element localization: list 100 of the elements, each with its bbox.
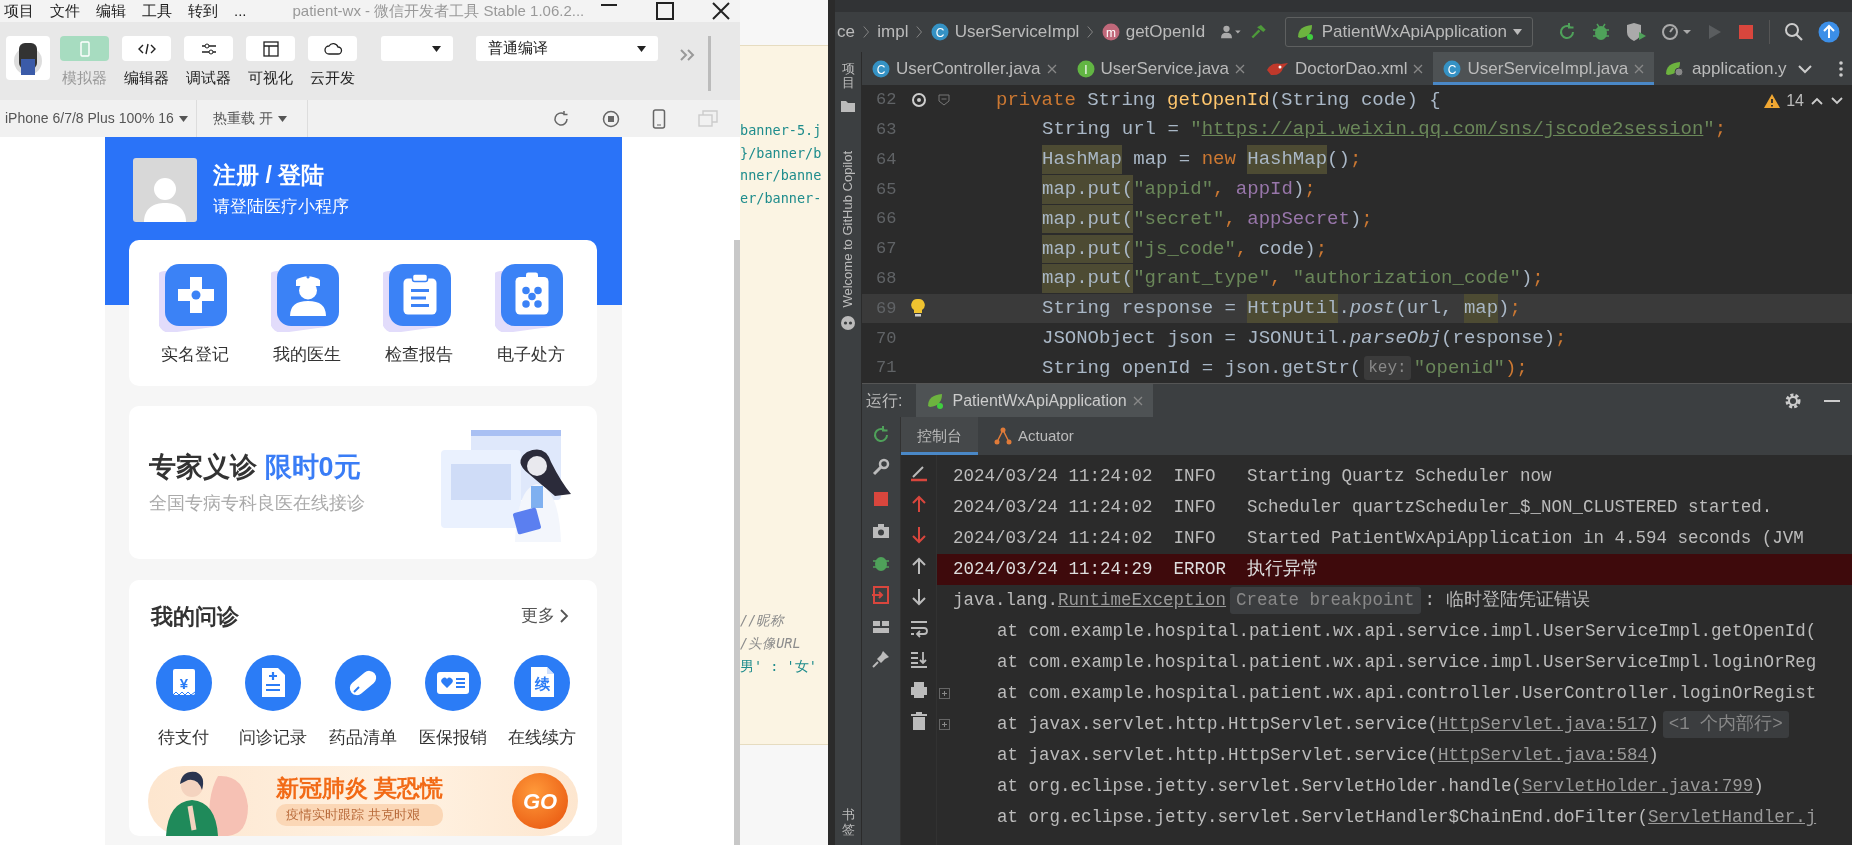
compile-mode-dropdown[interactable]: 普通编译 <box>476 36 658 61</box>
minimize-icon[interactable] <box>1824 398 1840 403</box>
wrench-icon[interactable] <box>871 457 891 477</box>
update-icon[interactable] <box>1818 21 1840 43</box>
service-label[interactable]: 电子处方 <box>497 342 565 368</box>
consult-label[interactable]: 问诊记录 <box>239 724 308 750</box>
project-side-tab[interactable]: 项目 <box>841 62 855 91</box>
chevron-down-icon[interactable] <box>1830 96 1844 106</box>
expand-icon[interactable] <box>939 688 950 699</box>
pill-icon[interactable] <box>335 654 391 711</box>
service-label[interactable]: 实名登记 <box>161 342 229 368</box>
copilot-icon[interactable] <box>839 315 857 332</box>
breadcrumb-item[interactable]: m getOpenId <box>1101 19 1206 45</box>
clear-icon[interactable] <box>908 463 929 483</box>
inline-hint[interactable]: Create breakpoint <box>1230 587 1421 614</box>
exit-icon[interactable] <box>871 585 891 605</box>
breadcrumb-item[interactable]: impl <box>877 19 909 45</box>
stop-icon[interactable] <box>871 489 891 509</box>
stop-icon[interactable] <box>602 109 620 128</box>
soft-wrap-icon[interactable] <box>908 618 929 638</box>
print-icon[interactable] <box>908 680 929 700</box>
method-icon: m <box>1101 23 1120 41</box>
menu-item[interactable]: ... <box>234 0 247 23</box>
fold-icon[interactable] <box>938 93 950 106</box>
refresh-icon[interactable] <box>552 109 570 128</box>
document-plus-icon[interactable] <box>245 654 302 711</box>
expand-icon[interactable] <box>939 719 950 730</box>
trash-icon[interactable] <box>908 711 929 731</box>
bookmarks-side-tab[interactable]: 书签 <box>841 808 855 837</box>
source-link[interactable]: HttpServlet.java:517 <box>1438 711 1649 738</box>
phone-icon[interactable] <box>652 108 666 129</box>
console-tab[interactable]: 控制台 <box>901 417 978 455</box>
console-tab[interactable]: Actuator <box>978 417 1090 455</box>
class-icon: C <box>930 23 949 41</box>
scrollbar[interactable] <box>734 240 740 845</box>
consult-label[interactable]: 药品清单 <box>329 724 397 750</box>
scroll-to-end-icon[interactable] <box>908 649 929 669</box>
menu-item[interactable]: 工具 <box>142 0 172 23</box>
toolbar-button[interactable] <box>246 36 295 61</box>
consult-label[interactable]: 待支付 <box>158 724 210 750</box>
breadcrumb-item[interactable]: C UserServiceImpl <box>930 19 1080 45</box>
consult-label[interactable]: 在线续方 <box>508 724 577 750</box>
service-label[interactable]: 我的医生 <box>273 342 341 368</box>
source-link[interactable]: ServletHolder.java:799 <box>1522 773 1754 800</box>
avatar-picture[interactable] <box>6 36 50 80</box>
consult-label[interactable]: 医保报销 <box>418 724 487 750</box>
bug-icon[interactable] <box>1591 22 1611 42</box>
epidemic-banner[interactable]: 新冠肺炎 莫恐慌 疫情实时跟踪 共克时艰 GO <box>148 766 578 836</box>
editor-tab[interactable]: I UserService.java <box>1066 52 1256 85</box>
service-label[interactable]: 检查报告 <box>385 342 453 368</box>
receipt-icon[interactable]: ¥ <box>155 654 212 711</box>
document-icon[interactable]: 续 <box>514 654 571 711</box>
run-tab[interactable]: PatientWxApiApplication <box>916 384 1153 417</box>
rerun-icon[interactable] <box>871 425 891 445</box>
source-link[interactable]: HttpServlet.java:584 <box>1438 742 1649 769</box>
chevron-up-icon[interactable] <box>1810 96 1824 106</box>
toolbar-button[interactable] <box>184 36 233 61</box>
menu-item[interactable]: 编辑 <box>96 0 126 23</box>
console-text: 2024/03/24 11:24:02 INFO Started PatientWxApiApplication in 4.594 seconds (JVM <box>953 527 1804 551</box>
toolbar-button[interactable] <box>308 36 357 61</box>
window-title: patient-wx - 微信开发者工具 Stable 1.06.2... <box>292 0 585 21</box>
inline-hint[interactable]: <1 个内部行> <box>1662 711 1789 738</box>
close-icon[interactable] <box>712 2 731 20</box>
settings-icon[interactable] <box>1784 391 1802 410</box>
copilot-side-tab[interactable]: Welcome to GitHub Copilot <box>838 150 858 308</box>
source-link[interactable]: RuntimeException <box>1058 587 1227 614</box>
chevron-down-icon[interactable] <box>1796 63 1813 74</box>
camera-icon[interactable] <box>871 521 891 541</box>
code-fragment: //昵称 <box>740 611 786 631</box>
editor-tab[interactable]: application.y <box>1654 52 1797 85</box>
menu-item[interactable]: 项目 <box>4 0 34 23</box>
login-title[interactable]: 注册 / 登陆 <box>213 162 349 190</box>
profiler-icon[interactable] <box>1661 22 1693 42</box>
menu-item[interactable]: 文件 <box>50 0 80 23</box>
maximize-icon[interactable] <box>656 2 675 20</box>
rerun-icon[interactable] <box>1557 22 1577 42</box>
chevron-right-icon <box>916 24 923 40</box>
editor-tab[interactable]: C UserController.java <box>862 52 1067 85</box>
folder-icon[interactable] <box>840 98 856 113</box>
more-icon[interactable] <box>1838 59 1843 78</box>
more-link[interactable]: 更多 <box>521 603 569 629</box>
stop-icon[interactable] <box>1737 23 1755 41</box>
user-icon[interactable] <box>1221 23 1242 41</box>
lightbulb-icon[interactable] <box>910 298 926 319</box>
editor-tab[interactable]: C UserServiceImpl.java <box>1433 52 1655 85</box>
console-text: ) <box>1753 775 1764 799</box>
shield-run-icon[interactable] <box>1625 22 1647 42</box>
interface-icon: I <box>1076 59 1095 78</box>
search-icon[interactable] <box>1784 22 1804 42</box>
line-number: 67 <box>876 238 898 261</box>
login-subtitle: 请登陆医疗小程序 <box>213 195 349 218</box>
editor-tab[interactable]: DoctorDao.xml <box>1255 52 1434 85</box>
toolbar-button[interactable] <box>122 36 171 61</box>
promo-card[interactable]: 专家义诊 限时0元 全国专病专科良医在线接诊 <box>129 405 597 559</box>
run-config-selector[interactable]: PatientWxApiApplication <box>1284 17 1533 47</box>
warning-count[interactable]: 14 <box>1763 89 1804 113</box>
source-link[interactable]: ServletHandler.j <box>1648 804 1817 831</box>
breadcrumb-item[interactable]: ce <box>837 19 855 45</box>
caret-icon <box>1513 29 1522 35</box>
menu-item[interactable]: 转到 <box>188 0 218 23</box>
